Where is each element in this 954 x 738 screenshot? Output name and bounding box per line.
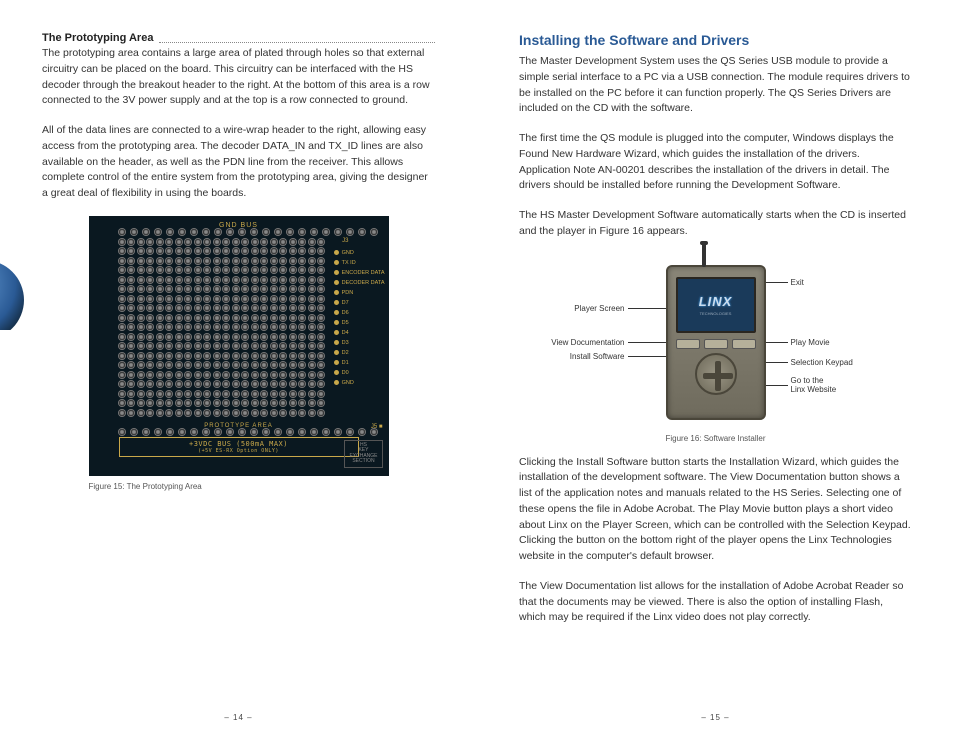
paragraph: The prototyping area contains a large ar… [42,46,435,109]
section-heading: Installing the Software and Drivers [519,32,912,48]
paragraph: The Master Development System uses the Q… [519,54,912,117]
breakout-header-labels: GNDTX IDENCODER DATADECODER DATAPDND7D6D… [334,248,385,388]
j5-label: J5 ■ [371,424,383,430]
vcc-bus-row [95,429,383,435]
page-number: – 14 – [0,713,477,722]
view-documentation-button [676,339,700,349]
title-dotted-rule [159,42,435,43]
page-right: Installing the Software and Drivers The … [477,0,954,738]
page-left: The Prototyping Area The prototyping are… [0,0,477,738]
callout-play-movie: Play Movie [766,338,830,347]
vbus-label-box: +3VDC BUS (500mA MAX) (+5V ES-RX Option … [119,437,359,457]
callout-exit: Exit [766,278,804,287]
callout-selection-keypad: Selection Keypad [766,358,853,367]
antenna-icon [702,243,706,267]
gnd-bus-label: GND BUS [95,222,383,229]
linx-logo-subtitle: TECHNOLOGIES [699,311,733,316]
linx-logo: LINX [699,294,733,309]
paragraph: The first time the QS module is plugged … [519,131,912,194]
page-number: – 15 – [477,713,954,722]
figure-prototyping-area: GND BUS J3 GNDTX IDENCODER DATADECODER D… [89,216,389,491]
selection-keypad [695,353,737,395]
figure-caption: Figure 15: The Prototyping Area [89,482,389,491]
paragraph: Clicking the Install Software button sta… [519,455,912,565]
device-button-row [676,339,756,349]
hs-key-exchange-box: HS KEY EXCHANGE SECTION [344,440,382,468]
installer-device-illustration: LINX TECHNOLOGIES [666,265,766,420]
paragraph: The HS Master Development Software autom… [519,208,912,240]
figure-caption: Figure 16: Software Installer [519,434,912,443]
paragraph: The View Documentation list allows for t… [519,579,912,626]
callout-view-documentation: View Documentation [551,338,665,347]
pcb-board-illustration: GND BUS J3 GNDTX IDENCODER DATADECODER D… [89,216,389,476]
play-movie-button [732,339,756,349]
paragraph: All of the data lines are connected to a… [42,123,435,202]
section-title-row: The Prototyping Area [42,32,435,46]
player-screen: LINX TECHNOLOGIES [676,277,756,333]
decorative-edge [0,260,26,330]
install-software-button [704,339,728,349]
vbus-label: +3VDC BUS (500mA MAX) [126,440,352,448]
callout-goto-website: Go to the Linx Website [766,376,837,395]
callout-player-screen: Player Screen [574,304,665,313]
section-title: The Prototyping Area [42,32,153,44]
callout-install-software: Install Software [570,352,666,361]
vbus-sublabel: (+5V ES-RX Option ONLY) [126,448,352,454]
figure-software-installer: Player Screen View Documentation Install… [519,258,912,428]
